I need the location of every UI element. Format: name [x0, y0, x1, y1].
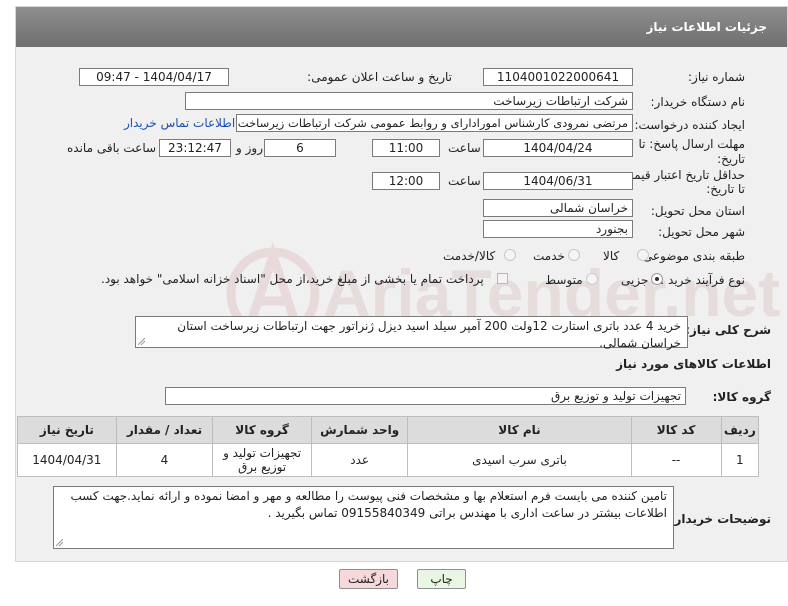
- goods-section-title: اطلاعات کالاهای مورد نیاز: [616, 357, 771, 371]
- deadline-label: مهلت ارسال پاسخ: تا: [638, 137, 745, 151]
- cell-qty: 4: [115, 443, 214, 477]
- col-header-unit: واحد شمارش: [310, 416, 409, 444]
- process-medium-radio[interactable]: [586, 273, 598, 285]
- category-goods-service-radio[interactable]: [504, 249, 516, 261]
- deadline-date-field[interactable]: 1404/04/24: [483, 139, 633, 157]
- category-service-radio[interactable]: [568, 249, 580, 261]
- creator-field[interactable]: مرتضی نمرودی کارشناس امورادارای و روابط …: [236, 114, 633, 132]
- cell-date: 1404/04/31: [17, 443, 117, 477]
- days-label: روز و: [236, 141, 263, 155]
- buyer-notes-text: تامین کننده می بایست فرم استعلام بها و م…: [70, 489, 667, 520]
- goods-group-label: گروه کالا:: [712, 390, 771, 404]
- cell-row-number: 1: [720, 443, 760, 477]
- category-service-label: خدمت: [533, 249, 565, 263]
- resize-grip-icon[interactable]: [138, 338, 145, 345]
- buyer-org-field[interactable]: شرکت ارتباطات زیرساخت: [185, 92, 633, 110]
- city-label: شهر محل تحویل:: [658, 225, 745, 239]
- process-partial-radio[interactable]: [651, 273, 663, 285]
- buyer-org-label: نام دستگاه خریدار:: [650, 95, 746, 109]
- process-label: نوع فرآیند خرید :: [660, 273, 745, 287]
- days-field[interactable]: 6: [264, 139, 336, 157]
- treasury-payment-note: پرداخت تمام یا بخشی از مبلغ خرید،از محل …: [101, 272, 484, 286]
- buyer-notes-label: توضیحات خریدار:: [669, 512, 771, 526]
- remaining-time-field[interactable]: 23:12:47: [159, 139, 231, 157]
- description-text: خرید 4 عدد باتری استارت 12ولت 200 آمپر س…: [177, 319, 681, 350]
- deadline-time-label: ساعت: [448, 141, 481, 155]
- process-partial-label: جزیی: [621, 273, 649, 287]
- announce-field[interactable]: 1404/04/17 - 09:47: [79, 68, 229, 86]
- treasury-payment-checkbox[interactable]: [497, 273, 508, 284]
- panel-title: جزئیات اطلاعات نیاز: [646, 20, 767, 34]
- validity-time-label: ساعت: [448, 174, 481, 188]
- table-header-row: ردیف کد کالا نام کالا واحد شمارش گروه کا…: [17, 416, 760, 444]
- category-goods-radio[interactable]: [637, 249, 649, 261]
- buyer-notes-field[interactable]: تامین کننده می بایست فرم استعلام بها و م…: [53, 486, 674, 549]
- deadline-label-2: تاریخ:: [717, 152, 745, 166]
- creator-label: ایجاد کننده درخواست:: [634, 118, 745, 132]
- validity-date-field[interactable]: 1404/06/31: [483, 172, 633, 190]
- validity-label: حداقل تاریخ اعتبار قیمت:: [618, 168, 745, 182]
- remaining-label: ساعت باقی مانده: [67, 141, 157, 155]
- col-header-group: گروه کالا: [212, 416, 312, 444]
- category-label: طبقه بندی موضوعی:: [638, 249, 745, 263]
- col-header-code: کد کالا: [630, 416, 722, 444]
- province-label: استان محل تحویل:: [650, 204, 745, 218]
- category-goods-service-label: کالا/خدمت: [443, 249, 496, 263]
- category-goods-label: کالا: [603, 249, 620, 263]
- goods-table: ردیف کد کالا نام کالا واحد شمارش گروه کا…: [17, 416, 760, 477]
- description-label: شرح کلی نیاز:: [685, 323, 771, 337]
- table-row[interactable]: 1 -- باتری سرب اسیدی عدد تجهیزات تولید و…: [17, 443, 760, 477]
- cell-code: --: [630, 443, 722, 477]
- cell-group: تجهیزات تولید و توزیع برق: [212, 443, 312, 477]
- buyer-contact-link[interactable]: اطلاعات تماس خریدار: [124, 116, 235, 130]
- process-medium-label: متوسط: [545, 273, 583, 287]
- goods-group-field[interactable]: تجهیزات تولید و توزیع برق: [165, 387, 686, 405]
- col-header-qty: تعداد / مقدار: [115, 416, 214, 444]
- validity-time-field[interactable]: 12:00: [372, 172, 440, 190]
- col-header-row-number: ردیف: [720, 416, 760, 444]
- announce-label: تاریخ و ساعت اعلان عمومی:: [307, 70, 452, 84]
- need-number-field[interactable]: 1104001022000641: [483, 68, 633, 86]
- panel-header: جزئیات اطلاعات نیاز: [16, 7, 787, 47]
- col-header-date: تاریخ نیاز: [17, 416, 117, 444]
- need-number-label: شماره نیاز:: [688, 70, 745, 84]
- cell-name: باتری سرب اسیدی: [407, 443, 632, 477]
- province-field[interactable]: خراسان شمالی: [483, 199, 633, 217]
- city-field[interactable]: بجنورد: [483, 220, 633, 238]
- print-button[interactable]: چاپ: [417, 569, 466, 589]
- resize-grip-icon[interactable]: [56, 539, 63, 546]
- description-field[interactable]: خرید 4 عدد باتری استارت 12ولت 200 آمپر س…: [135, 316, 688, 350]
- col-header-name: نام کالا: [407, 416, 632, 444]
- cell-unit: عدد: [310, 443, 409, 477]
- back-button[interactable]: بازگشت: [339, 569, 398, 589]
- validity-label-2: تا تاریخ:: [706, 182, 745, 196]
- deadline-time-field[interactable]: 11:00: [372, 139, 440, 157]
